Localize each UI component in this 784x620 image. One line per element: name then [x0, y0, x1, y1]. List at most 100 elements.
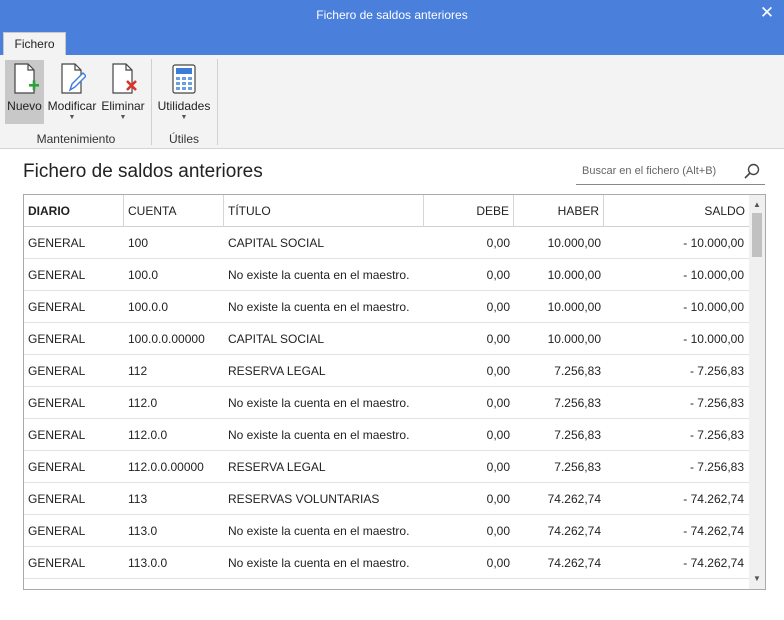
table-row[interactable]: GENERAL 100.0 No existe la cuenta en el ma…: [24, 259, 749, 291]
cell-diario: GENERAL: [28, 460, 86, 474]
table-header: DIARIO CUENTA TÍTULO DEBE HABER SALDO: [24, 195, 765, 227]
cell-haber: 74.262,74: [547, 556, 601, 570]
window-title: Fichero de saldos anteriores: [316, 8, 468, 22]
cell-saldo: - 7.256,83: [689, 364, 744, 378]
cell-haber: 10.000,00: [547, 332, 601, 346]
cell-saldo: - 74.262,74: [683, 524, 744, 538]
cell-titulo: No existe la cuenta en el maestro.: [228, 524, 410, 538]
cell-cuenta: 100.0.0.00000: [128, 332, 205, 346]
cell-titulo: CAPITAL SOCIAL: [228, 332, 325, 346]
cell-diario: GENERAL: [28, 300, 86, 314]
cell-haber: 7.256,83: [554, 428, 601, 442]
cell-cuenta: 100.0.0: [128, 300, 169, 314]
page-title: Fichero de saldos anteriores: [23, 161, 263, 182]
cell-saldo: - 7.256,83: [689, 396, 744, 410]
cell-saldo: - 7.256,83: [689, 460, 744, 474]
cell-titulo: RESERVA LEGAL: [228, 460, 326, 474]
scroll-up-icon[interactable]: ▲: [749, 197, 765, 213]
scroll-down-icon[interactable]: ▼: [749, 571, 765, 587]
scrollbar-thumb[interactable]: [752, 213, 762, 257]
title-bar: Fichero de saldos anteriores ✕: [0, 0, 784, 31]
close-icon[interactable]: ✕: [758, 3, 776, 23]
cell-saldo: - 10.000,00: [683, 268, 744, 282]
table-row[interactable]: GENERAL 112.0.0 No existe la cuenta en el …: [24, 419, 749, 451]
table-body: GENERAL 100 CAPITAL SOCIAL 0,00 10.000,00 - 1…: [24, 227, 749, 579]
cell-cuenta: 113: [128, 492, 148, 506]
cell-diario: GENERAL: [28, 268, 86, 282]
column-header-debe[interactable]: DEBE: [424, 195, 514, 227]
cell-saldo: - 7.256,83: [689, 428, 744, 442]
search-icon[interactable]: [743, 162, 761, 180]
cell-debe: 0,00: [486, 460, 510, 474]
utilities-button[interactable]: Utilidades ▼: [156, 60, 212, 124]
table-row[interactable]: GENERAL 113.0 No existe la cuenta en el ma…: [24, 515, 749, 547]
balances-table: DIARIO CUENTA TÍTULO DEBE HABER SALDO GE…: [23, 194, 766, 590]
column-header-saldo[interactable]: SALDO: [604, 195, 749, 227]
cell-haber: 10.000,00: [547, 268, 601, 282]
cell-debe: 0,00: [486, 524, 510, 538]
group-label-utiles: Útiles: [168, 132, 199, 146]
search-box[interactable]: Buscar en el fichero (Alt+B): [576, 159, 765, 185]
cell-haber: 7.256,83: [554, 364, 601, 378]
cell-haber: 10.000,00: [547, 236, 601, 250]
table-row[interactable]: GENERAL 100.0.0.00000 CAPITAL SOCIAL 0,00 10…: [24, 323, 749, 355]
new-document-icon: [13, 63, 39, 94]
search-input[interactable]: Buscar en el fichero (Alt+B): [582, 165, 716, 177]
vertical-scrollbar[interactable]: ▲ ▼: [749, 195, 765, 589]
new-button-label: Nuevo: [7, 99, 42, 113]
column-header-cuenta[interactable]: CUENTA: [124, 195, 224, 227]
table-row[interactable]: GENERAL 100.0.0 No existe la cuenta en el …: [24, 291, 749, 323]
cell-cuenta: 113.0.0: [128, 556, 168, 570]
cell-diario: GENERAL: [28, 556, 86, 570]
table-row[interactable]: GENERAL 113.0.0 No existe la cuenta en el …: [24, 547, 749, 579]
table-row[interactable]: GENERAL 112 RESERVA LEGAL 0,00 7.256,83 - 7.2…: [24, 355, 749, 387]
column-header-diario[interactable]: DIARIO: [24, 195, 124, 227]
cell-debe: 0,00: [486, 556, 510, 570]
cell-cuenta: 112.0: [128, 396, 158, 410]
calculator-icon: [172, 64, 196, 94]
cell-diario: GENERAL: [28, 492, 86, 506]
cell-diario: GENERAL: [28, 364, 86, 378]
cell-haber: 74.262,74: [547, 524, 601, 538]
cell-cuenta: 100: [128, 236, 149, 250]
cell-saldo: - 74.262,74: [683, 492, 744, 506]
table-row[interactable]: GENERAL 112.0.0.00000 RESERVA LEGAL 0,00 7.2…: [24, 451, 749, 483]
modify-button[interactable]: Modificar ▼: [46, 60, 98, 124]
cell-diario: GENERAL: [28, 524, 86, 538]
table-row[interactable]: GENERAL 100 CAPITAL SOCIAL 0,00 10.000,00 - 1…: [24, 227, 749, 259]
cell-titulo: CAPITAL SOCIAL: [228, 236, 325, 250]
cell-debe: 0,00: [486, 364, 510, 378]
cell-debe: 0,00: [486, 268, 510, 282]
table-row[interactable]: GENERAL 113 RESERVAS VOLUNTARIAS 0,00 74.262…: [24, 483, 749, 515]
cell-diario: GENERAL: [28, 332, 86, 346]
cell-haber: 7.256,83: [554, 460, 601, 474]
cell-cuenta: 112.0.0.00000: [128, 460, 204, 474]
chevron-down-icon: ▼: [119, 114, 127, 121]
new-button[interactable]: Nuevo: [5, 60, 44, 124]
delete-document-icon: [112, 63, 137, 94]
column-header-haber[interactable]: HABER: [514, 195, 604, 227]
table-row[interactable]: GENERAL 112.0 No existe la cuenta en el ma…: [24, 387, 749, 419]
chevron-down-icon: ▼: [68, 114, 76, 121]
group-separator: [217, 59, 218, 145]
cell-titulo: No existe la cuenta en el maestro.: [228, 428, 410, 442]
utilities-button-label: Utilidades: [157, 99, 211, 113]
cell-diario: GENERAL: [28, 396, 86, 410]
delete-button-label: Eliminar: [101, 99, 145, 113]
cell-debe: 0,00: [486, 300, 510, 314]
modify-button-label: Modificar: [47, 99, 97, 113]
cell-titulo: No existe la cuenta en el maestro.: [228, 268, 410, 282]
group-label-mantenimiento: Mantenimiento: [36, 132, 116, 146]
ribbon-tabstrip: Fichero: [0, 31, 784, 55]
cell-haber: 7.256,83: [554, 396, 601, 410]
cell-diario: GENERAL: [28, 428, 86, 442]
cell-diario: GENERAL: [28, 236, 86, 250]
cell-titulo: RESERVA LEGAL: [228, 364, 326, 378]
cell-saldo: - 10.000,00: [683, 236, 744, 250]
cell-cuenta: 113.0: [128, 524, 158, 538]
tab-fichero[interactable]: Fichero: [3, 32, 66, 55]
delete-button[interactable]: Eliminar ▼: [100, 60, 146, 124]
cell-saldo: - 74.262,74: [683, 556, 744, 570]
cell-titulo: No existe la cuenta en el maestro.: [228, 300, 410, 314]
column-header-titulo[interactable]: TÍTULO: [224, 195, 424, 227]
